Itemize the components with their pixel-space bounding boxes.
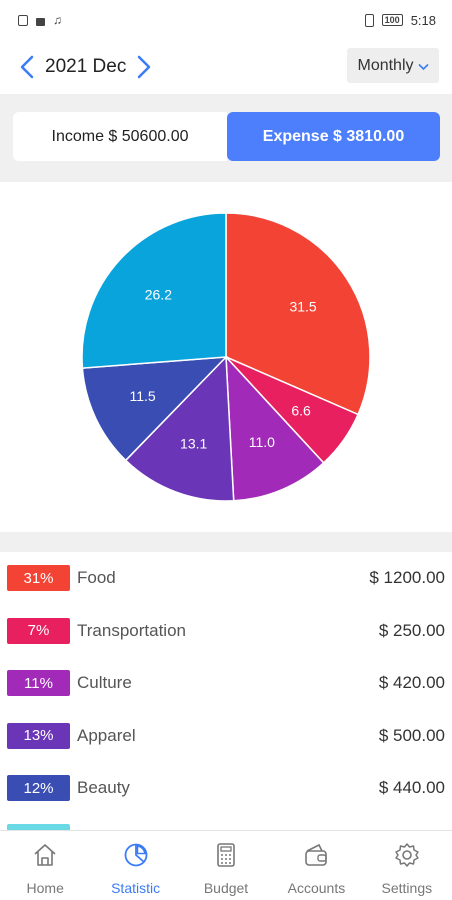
status-left: ♫ xyxy=(18,13,62,27)
category-name: Food xyxy=(77,568,116,587)
category-row[interactable]: 12% Beauty $ 440.00 xyxy=(0,762,452,814)
nav-label: Accounts xyxy=(287,880,346,896)
status-bar: ♫ 100 5:18 xyxy=(0,0,452,40)
summary-band: Income $ 50600.00 Expense $ 3810.00 xyxy=(0,94,452,182)
month-label: 2021 Dec xyxy=(45,56,127,77)
pie-slice-label: 26.2 xyxy=(145,286,172,302)
category-amount: $ 500.00 xyxy=(378,725,445,745)
expense-pie-chart: 31.5 6.6 11.0 13.1 11.5 26.2 xyxy=(81,212,371,502)
pie-slice-label: 31.5 xyxy=(289,298,316,314)
nav-label: Budget xyxy=(203,880,249,896)
nav-label: Home xyxy=(26,880,64,896)
chevron-right-icon xyxy=(137,55,151,79)
category-percent-badge: 13% xyxy=(7,722,70,749)
category-row[interactable]: 13% Apparel $ 500.00 xyxy=(0,710,452,762)
category-list: 31% Food $ 1200.00 7% Transportation $ 250.00… xyxy=(0,552,452,830)
income-tab[interactable]: Income $ 50600.00 xyxy=(13,112,227,161)
category-percent-badge: 11% xyxy=(7,670,70,696)
nav-budget[interactable]: Budget xyxy=(181,831,271,900)
nav-label: Statistic xyxy=(111,880,161,896)
category-amount: $ 1200.00 xyxy=(369,568,445,587)
nav-statistic[interactable]: Statistic xyxy=(90,831,180,900)
wallet-icon xyxy=(302,841,330,874)
pie-slice-label: 13.1 xyxy=(180,435,207,451)
category-name: Culture xyxy=(77,673,132,692)
vibrate-icon xyxy=(364,13,374,27)
period-label: Monthly xyxy=(357,56,414,74)
category-name: Beauty xyxy=(77,778,130,797)
chevron-left-icon xyxy=(20,55,34,79)
pie-slice-label: 11.0 xyxy=(249,434,275,450)
period-dropdown[interactable]: Monthly xyxy=(347,48,439,83)
chart-area: 31.5 6.6 11.0 13.1 11.5 26.2 xyxy=(0,182,452,532)
home-icon xyxy=(31,841,59,874)
nav-settings[interactable]: Settings xyxy=(362,831,452,900)
pie-chart-icon xyxy=(122,841,150,874)
category-row[interactable]: 11% Culture $ 420.00 xyxy=(0,657,452,709)
category-amount: $ 250.00 xyxy=(378,620,445,640)
category-row[interactable]: 31% Food $ 1200.00 xyxy=(0,552,452,604)
status-time: 5:18 xyxy=(410,12,436,28)
next-month-button[interactable] xyxy=(131,52,157,82)
lock-icon xyxy=(36,17,45,26)
category-row[interactable]: 7% Transportation $ 250.00 xyxy=(0,605,452,657)
category-percent-badge: 7% xyxy=(7,617,70,644)
category-percent-badge: 31% xyxy=(7,565,70,591)
prev-month-button[interactable] xyxy=(14,52,40,82)
bottom-nav: Home Statistic Budget Accounts Settings xyxy=(0,830,452,900)
battery-icon: 100 xyxy=(381,14,403,26)
pie-slice-label: 11.5 xyxy=(129,388,155,404)
status-right: 100 5:18 xyxy=(364,12,436,28)
category-amount: $ 420.00 xyxy=(378,673,445,692)
category-amount: $ 440.00 xyxy=(378,778,445,797)
nav-label: Settings xyxy=(381,880,433,896)
gear-icon xyxy=(393,841,421,874)
category-name: Transportation xyxy=(77,620,186,640)
calculator-icon xyxy=(212,841,240,874)
category-name: Apparel xyxy=(77,725,136,745)
pie-slice-label: 6.6 xyxy=(291,402,311,418)
mic-icon: ♫ xyxy=(53,13,62,27)
nav-home[interactable]: Home xyxy=(0,831,90,900)
sim-icon xyxy=(18,14,28,26)
nav-accounts[interactable]: Accounts xyxy=(271,831,361,900)
category-percent-badge: 12% xyxy=(7,775,70,801)
divider xyxy=(0,532,452,552)
chevron-down-icon xyxy=(417,63,429,71)
expense-tab[interactable]: Expense $ 3810.00 xyxy=(227,112,440,161)
